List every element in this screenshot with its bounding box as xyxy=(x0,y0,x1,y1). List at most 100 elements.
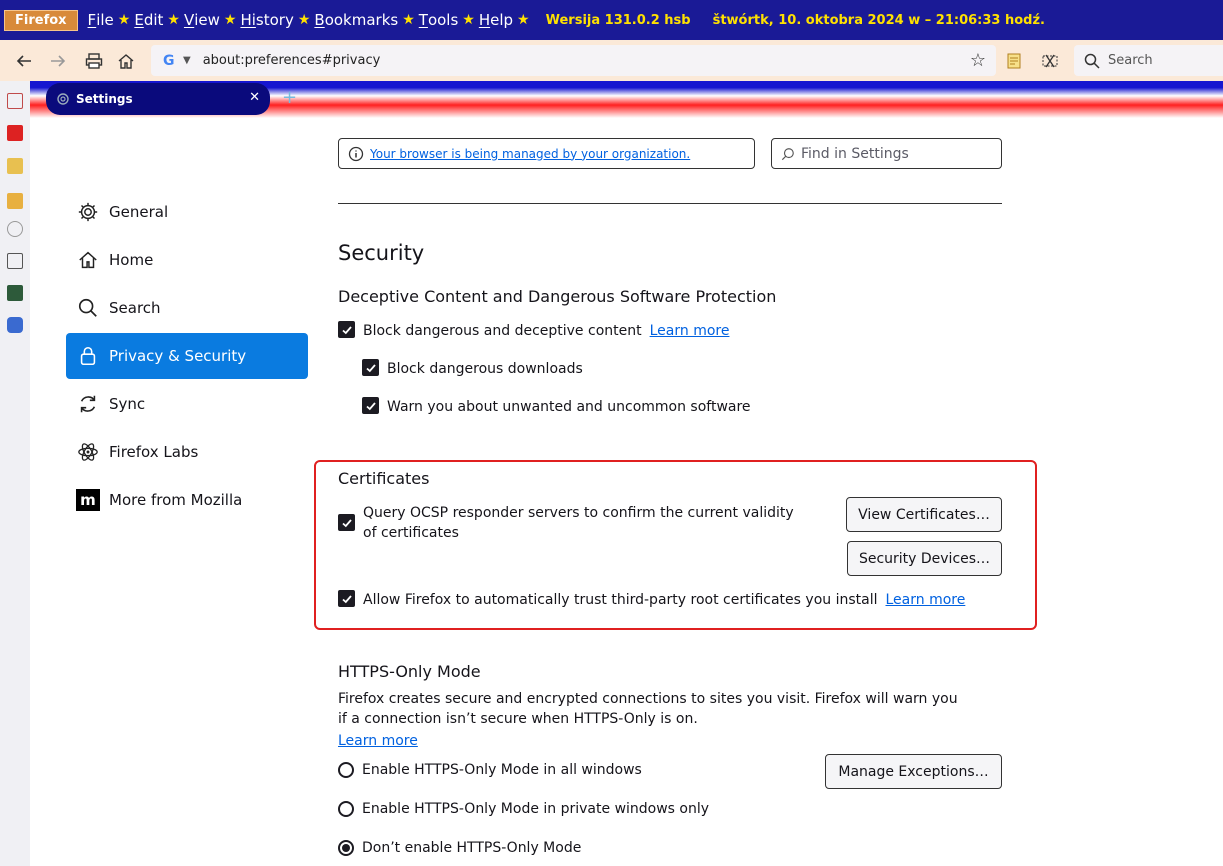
warn-unwanted-checkbox[interactable] xyxy=(362,397,379,414)
https-all-radio[interactable] xyxy=(338,762,354,778)
close-tab-icon[interactable]: ✕ xyxy=(249,90,260,105)
category-label: General xyxy=(109,203,169,221)
category-label: Firefox Labs xyxy=(109,443,199,461)
sidebar-zip-icon[interactable] xyxy=(7,158,23,174)
category-sync[interactable]: Sync xyxy=(66,381,308,427)
sidebar-history-icon[interactable] xyxy=(7,93,23,109)
sidebar-extensions-icon[interactable] xyxy=(7,317,23,333)
category-firefox-labs[interactable]: Firefox Labs xyxy=(66,429,308,475)
ocsp-label[interactable]: Query OCSP responder servers to confirm … xyxy=(363,503,808,543)
learn-more-link[interactable]: Learn more xyxy=(886,590,966,610)
notes-extension-icon[interactable] xyxy=(1004,51,1024,71)
deceptive-heading: Deceptive Content and Dangerous Software… xyxy=(338,287,777,306)
version-label: Wersija 131.0.2 hsb xyxy=(545,12,691,28)
https-private-radio[interactable] xyxy=(338,801,354,817)
https-all-label[interactable]: Enable HTTPS-Only Mode in all windows xyxy=(362,760,642,780)
ocsp-checkbox[interactable] xyxy=(338,514,355,531)
menu-item-rest: ookmarks xyxy=(324,11,399,29)
block-deceptive-row: Block dangerous and deceptive content Le… xyxy=(338,321,729,341)
block-downloads-row: Block dangerous downloads xyxy=(362,359,583,379)
lock-icon xyxy=(76,344,100,368)
sidebar-chart-icon[interactable] xyxy=(7,285,23,301)
https-none-label[interactable]: Don’t enable HTTPS-Only Mode xyxy=(362,838,581,858)
category-label: Search xyxy=(109,299,161,317)
menu-item-3[interactable]: Hi xyxy=(240,11,255,29)
sidebar xyxy=(0,81,30,866)
https-private-label[interactable]: Enable HTTPS-Only Mode in private window… xyxy=(362,799,709,819)
screenshot-tool-icon[interactable] xyxy=(1040,51,1060,71)
managed-link[interactable]: Your browser is being managed by your or… xyxy=(370,147,690,161)
third-party-label[interactable]: Allow Firefox to automatically trust thi… xyxy=(363,590,878,610)
warn-unwanted-label[interactable]: Warn you about unwanted and uncommon sof… xyxy=(387,397,751,417)
category-privacy-security[interactable]: Privacy & Security xyxy=(66,333,308,379)
manage-exceptions-button[interactable]: Manage Exceptions… xyxy=(825,754,1002,789)
tab-settings[interactable]: Settings ✕ xyxy=(46,83,270,115)
menu-items: File ★ Edit ★ View ★ Hi story ★ Bookmarks ★ Tools ★ H… xyxy=(84,11,530,29)
url-bar[interactable]: G ▼ about:preferences#privacy ☆ xyxy=(151,45,996,76)
security-heading: Security xyxy=(338,241,425,265)
datetime-label: štwórtk, 10. oktobra 2024 w – 21:06:33 h… xyxy=(712,12,1045,28)
category-label: More from Mozilla xyxy=(109,491,243,509)
menu-item-4[interactable]: B xyxy=(314,11,324,29)
block-deceptive-label[interactable]: Block dangerous and deceptive content xyxy=(363,321,642,341)
view-certificates-button[interactable]: View Certificates… xyxy=(846,497,1002,532)
star-separator: ★ xyxy=(117,12,131,28)
sidebar-pen-icon[interactable] xyxy=(7,125,23,141)
menu-item-rest: ools xyxy=(427,11,459,29)
learn-more-link[interactable]: Learn more xyxy=(338,731,418,751)
sidebar-panel-icon[interactable] xyxy=(7,253,23,269)
tab-strip: Settings ✕ + xyxy=(0,81,1223,118)
star-separator: ★ xyxy=(223,12,237,28)
new-tab-button[interactable]: + xyxy=(282,87,297,108)
search-icon xyxy=(76,296,100,320)
https-private-row: Enable HTTPS-Only Mode in private window… xyxy=(338,799,709,819)
sidebar-palette-icon[interactable] xyxy=(7,221,23,237)
bookmark-star-icon[interactable]: ☆ xyxy=(970,50,986,71)
forward-arrow-icon xyxy=(51,54,66,67)
block-downloads-checkbox[interactable] xyxy=(362,359,379,376)
category-more-from-mozilla[interactable]: m More from Mozilla xyxy=(66,477,308,523)
menu-item-6[interactable]: H xyxy=(479,11,490,29)
forward-button[interactable] xyxy=(43,46,73,76)
url-text[interactable]: about:preferences#privacy xyxy=(203,53,381,68)
security-devices-button[interactable]: Security Devices… xyxy=(847,541,1002,576)
sidebar-notes-icon[interactable] xyxy=(7,193,23,209)
search-engine-google-icon[interactable]: G xyxy=(163,53,181,69)
search-icon xyxy=(1084,53,1100,69)
category-home[interactable]: Home xyxy=(66,237,308,283)
back-button[interactable] xyxy=(9,46,39,76)
sync-icon xyxy=(76,392,100,416)
menu-item-5[interactable]: T xyxy=(419,11,428,29)
learn-more-link[interactable]: Learn more xyxy=(650,321,730,341)
menu-item-2[interactable]: V xyxy=(184,11,194,29)
block-downloads-label[interactable]: Block dangerous downloads xyxy=(387,359,583,379)
menu-item-0[interactable]: F xyxy=(88,11,97,29)
category-label: Sync xyxy=(109,395,146,413)
star-separator: ★ xyxy=(402,12,415,28)
find-in-settings-input[interactable]: Find in Settings xyxy=(771,138,1002,169)
mozilla-icon: m xyxy=(76,488,100,512)
star-separator: ★ xyxy=(167,12,180,28)
menu-item-rest: iew xyxy=(194,11,220,29)
https-none-radio[interactable] xyxy=(338,840,354,856)
info-icon xyxy=(348,146,364,161)
printer-icon xyxy=(85,52,103,69)
third-party-checkbox[interactable] xyxy=(338,590,355,607)
category-search[interactable]: Search xyxy=(66,285,308,331)
menu-item-1[interactable]: E xyxy=(134,11,143,29)
https-none-row: Don’t enable HTTPS-Only Mode xyxy=(338,838,581,858)
chevron-down-icon: ▼ xyxy=(183,55,191,66)
block-deceptive-checkbox[interactable] xyxy=(338,321,355,338)
search-bar[interactable]: Search xyxy=(1074,45,1223,76)
certificates-heading: Certificates xyxy=(338,469,430,488)
category-label: Privacy & Security xyxy=(109,347,247,365)
home-icon xyxy=(118,53,134,69)
ocsp-row: Query OCSP responder servers to confirm … xyxy=(338,503,808,543)
find-placeholder: Find in Settings xyxy=(801,145,909,162)
category-general[interactable]: General xyxy=(66,189,308,235)
home-button[interactable] xyxy=(111,46,141,76)
print-button[interactable] xyxy=(79,46,109,76)
star-separator: ★ xyxy=(297,12,311,28)
firefox-brand-button[interactable]: Firefox xyxy=(4,9,78,31)
menu-item-rest: dit xyxy=(143,11,164,29)
